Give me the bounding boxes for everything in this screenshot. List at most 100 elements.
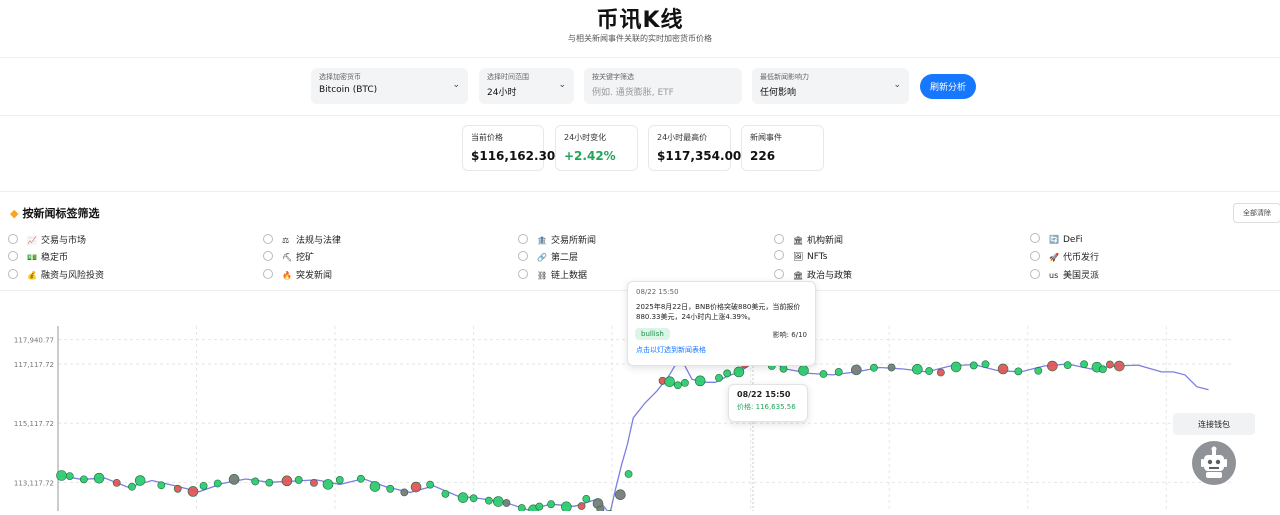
stat-label: 24小时最高价 <box>657 133 708 142</box>
news-event-marker <box>386 484 395 493</box>
news-event-marker <box>950 361 962 373</box>
tag-checkbox[interactable] <box>518 234 528 244</box>
news-event-marker <box>1098 365 1107 374</box>
stat-label: 24小时变化 <box>564 133 607 142</box>
page-title: 币讯K线 <box>596 8 684 33</box>
tag-option[interactable]: 💰 融资与风险投资 <box>8 268 104 281</box>
tag-option[interactable]: 🚀 代币发行 <box>1030 250 1099 263</box>
y-tick-label: 113,117.72 <box>14 479 54 487</box>
tag-checkbox[interactable] <box>518 269 528 279</box>
impact-select-value: 任何影响 <box>760 88 797 98</box>
tag-option[interactable]: ⛓ 链上数据 <box>518 268 587 281</box>
news-event-marker <box>887 363 896 372</box>
news-tooltip: 08/22 15:50 2025年8月22日，BNB价格突破880美元，当前报价… <box>627 281 816 366</box>
news-table-link[interactable]: 点击以灯选到新闻表格 <box>636 345 706 355</box>
tag-icon: ◆ <box>10 207 19 220</box>
tag-option[interactable]: 🖼 NFTs <box>774 250 827 262</box>
tag-label: 法规与法律 <box>296 236 342 246</box>
news-event-marker <box>426 480 435 489</box>
price-line <box>57 355 1209 515</box>
refresh-button[interactable]: 刷新分析 <box>920 74 976 99</box>
price-tooltip-value: 价格: 116,635.56 <box>737 403 796 411</box>
price-tooltip: 08/22 15:50 价格: 116,635.56 <box>728 384 808 422</box>
tag-option[interactable]: 🔥 突发新闻 <box>263 268 332 281</box>
stat-current-price: 当前价格 $116,162.30 <box>462 125 556 171</box>
news-event-marker <box>335 476 344 484</box>
tag-option[interactable]: 🔄 DeFi <box>1030 233 1083 245</box>
tag-checkbox[interactable] <box>1030 233 1040 243</box>
tag-filter-title: ◆ 按新闻标签筛选 <box>10 205 99 221</box>
news-event-marker <box>819 370 828 378</box>
range-select[interactable]: 选择时间范围 24小时 ⌄ <box>479 68 574 104</box>
tag-checkbox[interactable] <box>774 250 784 260</box>
tag-checkbox[interactable] <box>263 269 273 279</box>
tag-checkbox[interactable] <box>263 251 273 261</box>
crypto-select[interactable]: 选择加密货币 Bitcoin (BTC) ⌄ <box>311 68 468 104</box>
crypto-select-label: 选择加密货币 <box>319 73 361 81</box>
tag-option[interactable]: ⛏ 挖矿 <box>263 250 314 263</box>
stat-value: +2.42% <box>564 149 616 163</box>
news-event-marker <box>517 504 526 512</box>
news-event-marker <box>400 488 409 497</box>
sentiment-badge: bullish <box>635 328 670 340</box>
tag-filter-title-text: 按新闻标签筛选 <box>22 207 100 220</box>
tag-label: 挖矿 <box>296 253 315 263</box>
tag-category-icon: 🔥 <box>282 271 292 280</box>
tag-checkbox[interactable] <box>8 251 18 261</box>
stat-label: 新闻事件 <box>750 133 782 142</box>
tag-checkbox[interactable] <box>774 234 784 244</box>
tag-checkbox[interactable] <box>518 251 528 261</box>
keyword-filter-input[interactable]: 按关键字筛选 例如. 通货膨胀, ETF <box>584 68 742 104</box>
stat-24h-high: 24小时最高价 $117,354.00 <box>648 125 741 171</box>
tag-checkbox[interactable] <box>774 269 784 279</box>
news-event-marker <box>561 501 572 513</box>
news-event-marker <box>936 368 945 377</box>
tag-option[interactable]: 🏦 交易所新闻 <box>518 233 596 246</box>
news-event-marker <box>173 484 182 493</box>
tag-label: 链上数据 <box>551 271 588 281</box>
keyword-filter-label: 按关键字筛选 <box>592 73 634 81</box>
clear-all-button[interactable]: 全部清除 <box>1233 203 1280 223</box>
news-event-marker <box>779 364 788 373</box>
news-tooltip-body: 2025年8月22日，BNB价格突破880美元，当前报价880.33美元，24小… <box>636 303 801 321</box>
tag-checkbox[interactable] <box>8 234 18 244</box>
news-event-marker <box>798 365 809 376</box>
impact-select[interactable]: 最低新闻影响力 任何影响 ⌄ <box>752 68 909 104</box>
tag-option[interactable]: 📈 交易与市场 <box>8 233 86 246</box>
news-event-marker <box>969 361 978 370</box>
news-event-marker <box>912 363 923 375</box>
news-event-marker <box>310 478 318 487</box>
news-event-marker <box>664 376 675 388</box>
y-tick-label: 117,117.72 <box>14 361 54 369</box>
news-event-marker <box>1080 360 1088 369</box>
tag-option[interactable]: ⚖ 法规与法律 <box>263 233 341 246</box>
y-tick-label: 117,940.77 <box>14 337 54 345</box>
tag-option[interactable]: 🔗 第二层 <box>518 250 578 263</box>
news-event-marker <box>410 481 422 493</box>
news-event-marker <box>925 367 934 375</box>
tag-option[interactable]: 🏛 机构新闻 <box>774 233 843 246</box>
news-event-marker <box>228 474 240 485</box>
tag-option[interactable]: 🏛 政治与政策 <box>774 268 852 281</box>
tag-option[interactable]: us 美国灵派 <box>1030 268 1099 281</box>
tag-checkbox[interactable] <box>1030 251 1040 261</box>
tag-category-icon: us <box>1049 271 1059 280</box>
range-select-value: 24小时 <box>487 88 517 98</box>
tag-checkbox[interactable] <box>1030 269 1040 279</box>
chatbot-button[interactable] <box>1192 441 1236 485</box>
tag-checkbox[interactable] <box>263 234 273 244</box>
tag-category-icon: 🏛 <box>793 236 804 245</box>
tag-checkbox[interactable] <box>8 269 18 279</box>
news-event-marker <box>157 481 166 490</box>
chevron-down-icon: ⌄ <box>893 80 901 90</box>
price-tooltip-time: 08/22 15:50 <box>737 390 791 399</box>
tag-label: 机构新闻 <box>807 236 844 246</box>
stat-value: $116,162.30 <box>471 149 556 163</box>
tag-category-icon: 🏛 <box>793 271 804 280</box>
tag-label: DeFi <box>1063 235 1083 245</box>
tag-label: 交易所新闻 <box>551 236 597 246</box>
news-event-marker <box>694 375 706 387</box>
tag-option[interactable]: 💵 稳定币 <box>8 250 68 263</box>
news-event-marker <box>112 478 121 487</box>
connect-wallet-button[interactable]: 连接钱包 <box>1173 413 1255 435</box>
